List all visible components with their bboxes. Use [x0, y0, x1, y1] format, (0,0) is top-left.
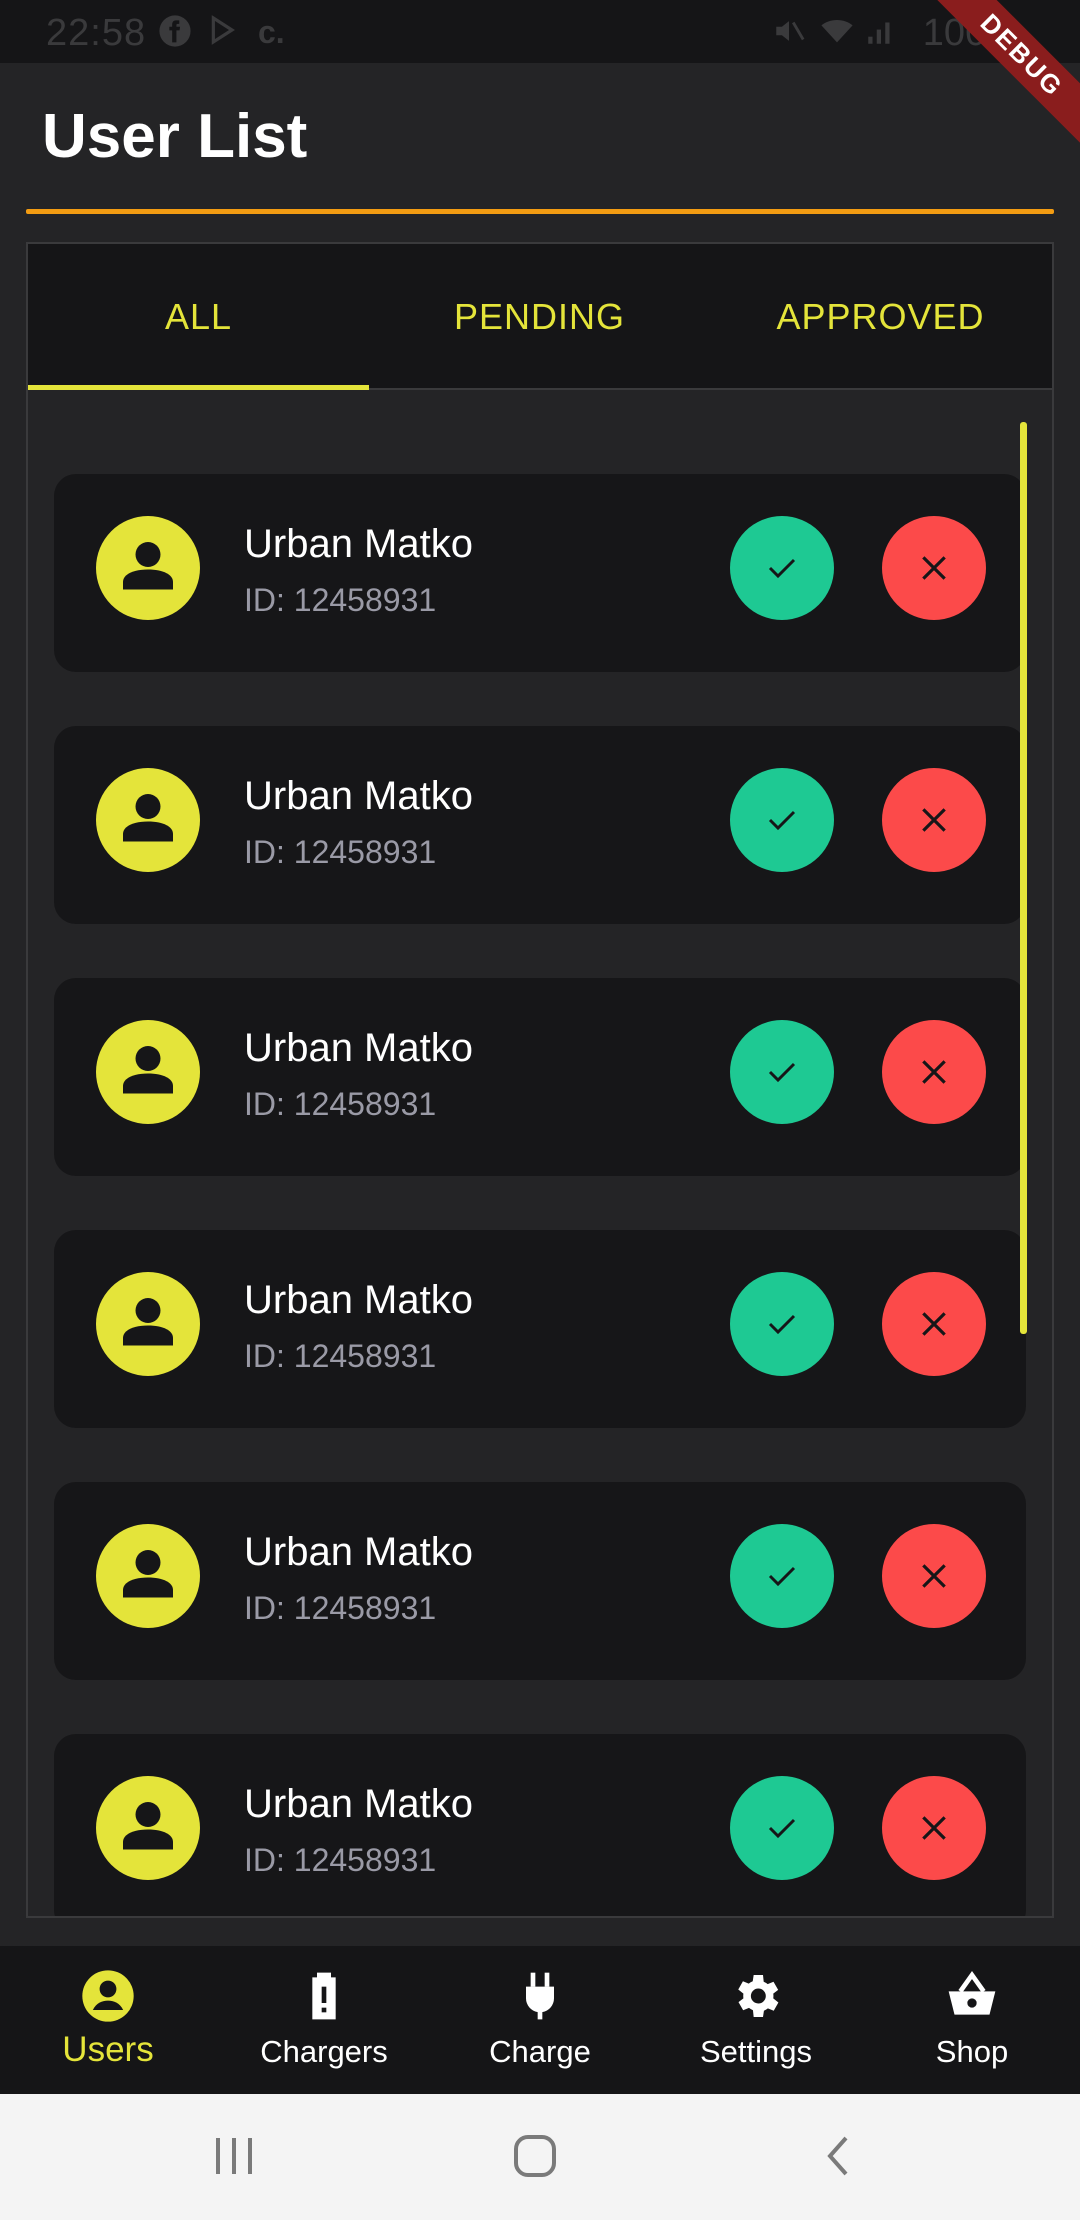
user-card[interactable]: Urban Matko ID: 12458931 [54, 726, 1026, 924]
status-bar: 22:58 c. 100% [0, 0, 1080, 63]
tab-all[interactable]: ALL [28, 244, 369, 390]
tab-pending[interactable]: PENDING [369, 244, 710, 390]
nav-charge[interactable]: Charge [432, 1946, 648, 2094]
status-time: 22:58 [46, 12, 147, 54]
avatar [96, 1020, 200, 1124]
scrollbar[interactable] [1020, 422, 1027, 1334]
user-id: ID: 12458931 [244, 582, 437, 618]
power-plug-icon [512, 1968, 568, 2024]
reject-button[interactable] [882, 768, 986, 872]
avatar [96, 768, 200, 872]
page-title: User List [42, 102, 308, 171]
title-underline [26, 209, 1054, 214]
user-list[interactable]: Urban Matko ID: 12458931 Urban Matko ID: 12… [28, 392, 1052, 1916]
user-name: Urban Matko [244, 522, 473, 566]
user-name: Urban Matko [244, 1782, 473, 1826]
avatar [96, 1272, 200, 1376]
battery-alert-icon [296, 1968, 352, 2024]
nav-settings[interactable]: Settings [648, 1946, 864, 2094]
user-card[interactable]: Urban Matko ID: 12458931 [54, 978, 1026, 1176]
user-panel: ALL PENDING APPROVED Urban Matko ID: 1245… [26, 242, 1054, 1918]
shopping-basket-icon [944, 1968, 1000, 2024]
avatar [96, 1776, 200, 1880]
reject-button[interactable] [882, 1776, 986, 1880]
user-name: Urban Matko [244, 1278, 473, 1322]
nav-label: Users [62, 2030, 154, 2069]
user-card[interactable]: Urban Matko ID: 12458931 [54, 1230, 1026, 1428]
home-icon[interactable] [506, 2132, 566, 2182]
tab-indicator [28, 385, 369, 390]
approve-button[interactable] [730, 1524, 834, 1628]
c-icon: c. [258, 14, 285, 50]
user-id: ID: 12458931 [244, 834, 437, 870]
approve-button[interactable] [730, 516, 834, 620]
system-navigation-bar [0, 2094, 1080, 2220]
nav-label: Shop [935, 2034, 1009, 2069]
bottom-navigation: Users Chargers Charge Settings Shop [0, 1946, 1080, 2094]
play-store-icon [208, 14, 240, 54]
account-circle-icon [80, 1968, 136, 2024]
approve-button[interactable] [730, 1272, 834, 1376]
approve-button[interactable] [730, 1776, 834, 1880]
tab-approved[interactable]: APPROVED [710, 244, 1051, 390]
approve-button[interactable] [730, 768, 834, 872]
user-name: Urban Matko [244, 774, 473, 818]
tab-bar: ALL PENDING APPROVED [28, 244, 1052, 390]
reject-button[interactable] [882, 1524, 986, 1628]
signal-icon [864, 14, 898, 56]
approve-button[interactable] [730, 1020, 834, 1124]
user-card[interactable]: Urban Matko ID: 12458931 [54, 474, 1026, 672]
user-id: ID: 12458931 [244, 1842, 437, 1878]
back-icon[interactable] [810, 2132, 870, 2182]
wifi-icon [818, 14, 856, 56]
mute-icon [772, 14, 806, 56]
nav-label: Settings [699, 2034, 812, 2069]
avatar [96, 516, 200, 620]
reject-button[interactable] [882, 1020, 986, 1124]
user-id: ID: 12458931 [244, 1086, 437, 1122]
reject-button[interactable] [882, 516, 986, 620]
gear-icon [728, 1968, 784, 2024]
user-id: ID: 12458931 [244, 1590, 437, 1626]
user-name: Urban Matko [244, 1026, 473, 1070]
nav-label: Chargers [260, 2034, 388, 2069]
nav-shop[interactable]: Shop [864, 1946, 1080, 2094]
recent-apps-icon[interactable] [204, 2132, 264, 2182]
nav-users[interactable]: Users [0, 1946, 216, 2094]
user-name: Urban Matko [244, 1530, 473, 1574]
app-bar: User List [0, 63, 1080, 214]
user-id: ID: 12458931 [244, 1338, 437, 1374]
facebook-icon [158, 14, 192, 56]
user-card[interactable]: Urban Matko ID: 12458931 [54, 1734, 1026, 1916]
nav-chargers[interactable]: Chargers [216, 1946, 432, 2094]
reject-button[interactable] [882, 1272, 986, 1376]
user-card[interactable]: Urban Matko ID: 12458931 [54, 1482, 1026, 1680]
avatar [96, 1524, 200, 1628]
nav-label: Charge [489, 2034, 591, 2069]
